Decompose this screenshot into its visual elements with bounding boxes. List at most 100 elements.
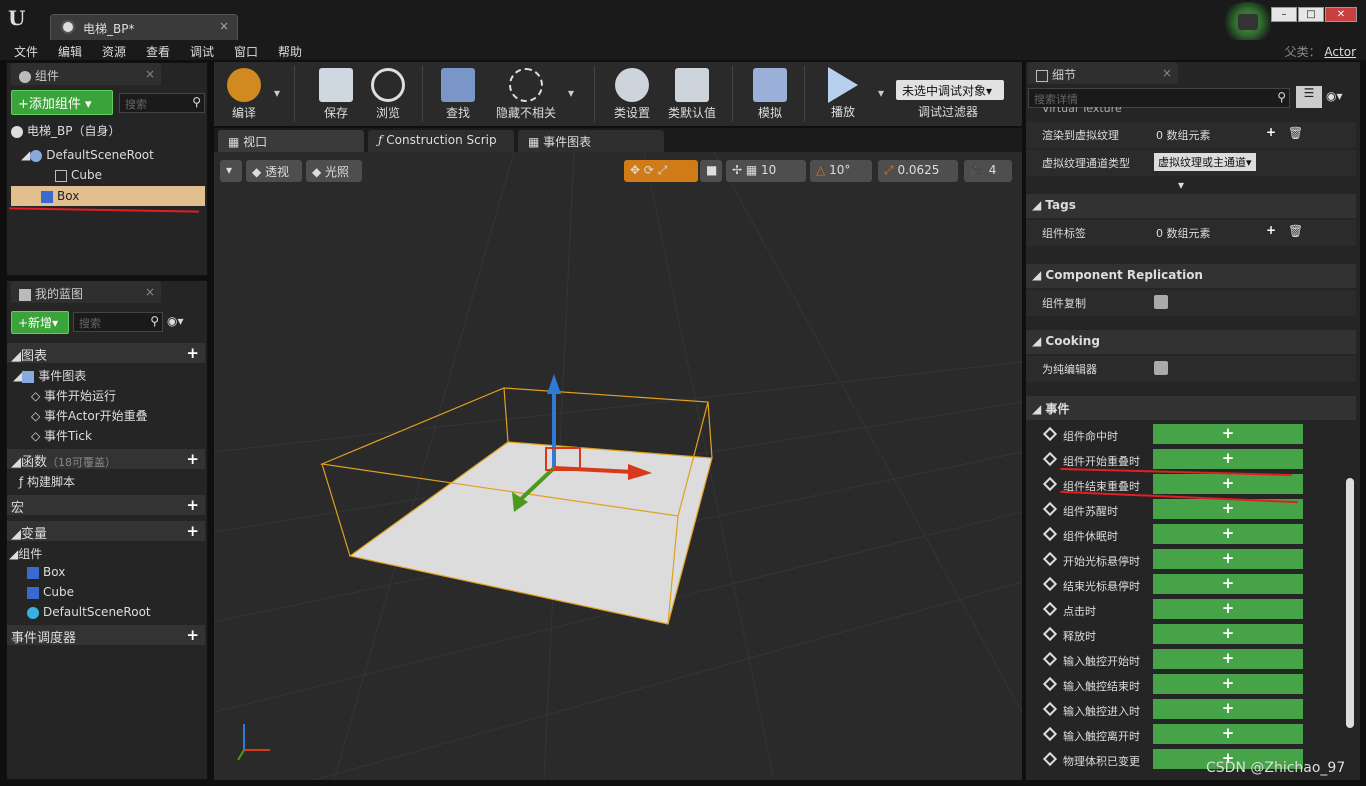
add-event-button[interactable]: + (1153, 424, 1303, 444)
advanced-expand-icon[interactable]: ▾ (1178, 178, 1184, 192)
trash-icon[interactable]: 🗑 (1288, 126, 1303, 140)
add-event-button[interactable]: + (1153, 574, 1303, 594)
tab-construction-script[interactable]: ƒ Construction Scrip (368, 130, 514, 152)
perspective-button[interactable]: ◆ 透视 (246, 160, 302, 182)
lit-button[interactable]: ◆ 光照 (306, 160, 362, 182)
add-event-button[interactable]: + (1153, 624, 1303, 644)
section-replication[interactable]: ◢ Component Replication (1026, 264, 1356, 288)
menu-debug[interactable]: 调试 (190, 43, 214, 60)
play-options-chevron-icon[interactable]: ▾ (878, 86, 884, 100)
add-event-button[interactable]: + (1153, 599, 1303, 619)
event-graph-item[interactable]: ◢事件图表 (13, 367, 86, 384)
add-event-button[interactable]: + (1153, 449, 1303, 469)
find-button[interactable]: 查找 (434, 62, 482, 126)
add-event-button[interactable]: + (1153, 674, 1303, 694)
hide-options-chevron-icon[interactable]: ▾ (568, 86, 574, 100)
compile-options-chevron-icon[interactable]: ▾ (274, 86, 280, 100)
class-defaults-button[interactable]: 类默认值 (664, 62, 720, 126)
browse-button[interactable]: 浏览 (364, 62, 412, 126)
add-graph-icon[interactable]: + (186, 344, 199, 362)
vt-pass-select[interactable]: 虚拟纹理或主通道▾ (1154, 153, 1256, 171)
menu-window[interactable]: 窗口 (234, 43, 258, 60)
section-macros[interactable]: 宏+ (7, 495, 205, 515)
add-event-button[interactable]: + (1153, 699, 1303, 719)
construction-script-item[interactable]: ƒ 构建脚本 (19, 473, 75, 490)
scale-snap-button[interactable]: ⤢ 0.0625 (878, 160, 958, 182)
details-search-input[interactable]: 搜索详情⚲ (1028, 88, 1290, 108)
components-tab[interactable]: 组件 × (11, 63, 161, 85)
section-tags[interactable]: ◢ Tags (1026, 194, 1356, 218)
menu-file[interactable]: 文件 (14, 43, 38, 60)
grid-snap-button[interactable]: ✢ ▦ 10 (726, 160, 806, 182)
close-panel-icon[interactable]: × (145, 67, 155, 81)
viewport-options-chevron-icon[interactable]: ▾ (220, 160, 242, 182)
tab-event-graph[interactable]: ▦ 事件图表 (518, 130, 664, 152)
play-button[interactable]: 播放 (816, 62, 870, 126)
add-event-button[interactable]: + (1153, 524, 1303, 544)
simulate-button[interactable]: 模拟 (746, 62, 794, 126)
tab-viewport[interactable]: ▦ 视口 (218, 130, 364, 152)
tree-item-cube[interactable]: Cube (55, 165, 205, 185)
event-item[interactable]: ◇ 事件Actor开始重叠 (31, 407, 148, 424)
menu-edit[interactable]: 编辑 (58, 43, 82, 60)
add-element-icon[interactable]: + (1266, 223, 1276, 237)
add-component-button[interactable]: +添加组件 ▾ (11, 90, 113, 115)
components-category[interactable]: ◢组件 (9, 545, 42, 562)
add-event-button[interactable]: + (1153, 549, 1303, 569)
debug-object-select[interactable]: 未选中调试对象▾ (896, 80, 1004, 100)
trash-icon[interactable]: 🗑 (1288, 224, 1303, 238)
event-item[interactable]: ◇ 事件开始运行 (31, 387, 116, 404)
coordinate-space-icon[interactable]: ■ (700, 160, 722, 182)
close-panel-icon[interactable]: × (145, 285, 155, 299)
hide-unrelated-button[interactable]: 隐藏不相关 (488, 62, 564, 126)
add-dispatcher-icon[interactable]: + (186, 626, 199, 644)
class-settings-button[interactable]: 类设置 (606, 62, 658, 126)
new-button[interactable]: +新增▾ (11, 311, 69, 334)
rotation-snap-button[interactable]: △ 10° (810, 160, 872, 182)
replicates-checkbox[interactable] (1154, 295, 1168, 309)
camera-speed-button[interactable]: 🎥 4 (964, 160, 1012, 182)
maximize-button[interactable]: □ (1298, 7, 1324, 22)
blueprint-search-input[interactable]: 搜索⚲ (73, 312, 163, 332)
add-event-button[interactable]: + (1153, 649, 1303, 669)
details-tab[interactable]: 细节 × (1028, 62, 1178, 84)
menu-help[interactable]: 帮助 (278, 43, 302, 60)
close-window-button[interactable]: ✕ (1325, 7, 1357, 22)
details-scrollbar[interactable] (1346, 478, 1354, 728)
minimize-button[interactable]: – (1271, 7, 1297, 22)
section-events[interactable]: ◢ 事件 (1026, 396, 1356, 420)
event-item[interactable]: ◇ 事件Tick (31, 427, 92, 444)
visibility-eye-icon[interactable]: ◉▾ (167, 314, 184, 328)
my-blueprint-tab[interactable]: 我的蓝图 × (11, 281, 161, 303)
variable-cube[interactable]: Cube (27, 585, 74, 599)
save-button[interactable]: 保存 (312, 62, 360, 126)
add-function-icon[interactable]: + (186, 450, 199, 468)
section-functions[interactable]: ◢函数（18可覆盖）+ (7, 449, 205, 469)
view-options-eye-icon[interactable]: ◉▾ (1326, 89, 1343, 103)
add-element-icon[interactable]: + (1266, 125, 1276, 139)
tree-item-defaultsceneroot[interactable]: ◢DefaultSceneRoot (21, 145, 219, 165)
compile-button[interactable]: 编译 (218, 62, 270, 126)
self-component-row[interactable]: 电梯_BP（自身） (11, 119, 209, 139)
editor-only-checkbox[interactable] (1154, 361, 1168, 375)
menu-asset[interactable]: 资源 (102, 43, 126, 60)
section-dispatchers[interactable]: 事件调度器+ (7, 625, 205, 645)
variable-defaultsceneroot[interactable]: DefaultSceneRoot (27, 605, 151, 619)
close-panel-icon[interactable]: × (1162, 66, 1172, 80)
add-event-button[interactable]: + (1153, 724, 1303, 744)
parent-class-link[interactable]: Actor (1324, 45, 1356, 59)
section-graphs[interactable]: ◢图表+ (7, 343, 205, 363)
add-event-button[interactable]: + (1153, 474, 1303, 494)
menu-view[interactable]: 查看 (146, 43, 170, 60)
source-control-icon[interactable] (1220, 2, 1276, 42)
tree-item-box[interactable]: Box (11, 186, 205, 206)
add-variable-icon[interactable]: + (186, 522, 199, 540)
components-search-input[interactable]: 搜索⚲ (119, 93, 205, 113)
transform-mode-buttons[interactable]: ✥ ⟳ ⤢ (624, 160, 698, 182)
viewport[interactable]: ▾ ◆ 透视 ◆ 光照 ✥ ⟳ ⤢ ■ ✢ ▦ 10 △ 10° ⤢ 0.062… (214, 152, 1022, 780)
section-cooking[interactable]: ◢ Cooking (1026, 330, 1356, 354)
close-tab-icon[interactable]: × (219, 19, 229, 33)
document-tab[interactable]: 电梯_BP* × (50, 14, 238, 40)
property-matrix-icon[interactable]: ☰ (1296, 86, 1322, 108)
add-macro-icon[interactable]: + (186, 496, 199, 514)
